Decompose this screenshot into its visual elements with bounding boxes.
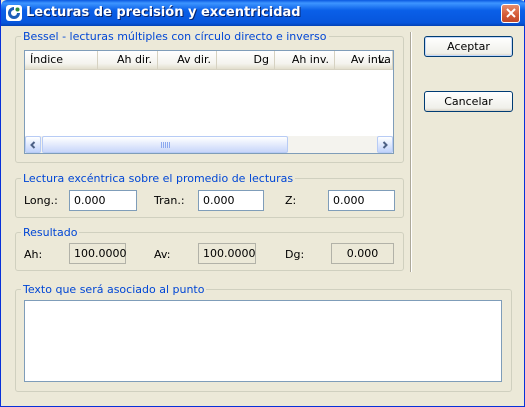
scroll-left-button[interactable] (25, 136, 41, 153)
ah-label: Ah: (24, 248, 43, 261)
av-label: Av: (154, 248, 171, 261)
z-label: Z: (285, 194, 297, 207)
arrow-left-icon (30, 141, 36, 149)
list-header: Índice Ah dir. Av dir. Dg Ah inv. Av inv… (25, 51, 393, 70)
column-header-dg[interactable]: Dg (217, 51, 275, 69)
column-header-av-dir[interactable]: Av dir. (158, 51, 217, 69)
bessel-group-legend: Bessel - lecturas múltiples con círculo … (23, 30, 327, 43)
z-input[interactable] (328, 190, 395, 211)
tran-label: Tran.: (154, 194, 185, 207)
long-label: Long.: (24, 194, 58, 207)
dg-value: 0.000 (331, 243, 394, 264)
column-header-index[interactable]: Índice (25, 51, 98, 69)
accept-button[interactable]: Aceptar (424, 36, 513, 57)
vertical-separator (410, 32, 411, 272)
app-logo-icon (6, 5, 22, 21)
arrow-right-icon (382, 141, 388, 149)
result-group-legend: Resultado (23, 226, 78, 239)
av-value: 100.0000 (198, 243, 256, 264)
cancel-button[interactable]: Cancelar (424, 91, 513, 112)
ah-value: 100.0000 (69, 243, 127, 264)
title-bar[interactable]: Lecturas de precisión y excentricidad (1, 0, 525, 26)
dialog-window: Lecturas de precisión y excentricidad Be… (0, 0, 525, 407)
scroll-thumb[interactable] (42, 136, 288, 153)
eccentric-group-legend: Lectura excéntrica sobre el promedio de … (23, 172, 294, 185)
window-title: Lecturas de precisión y excentricidad (26, 5, 301, 20)
horizontal-scrollbar[interactable] (25, 136, 393, 153)
column-header-ah-inv[interactable]: Ah inv. (275, 51, 335, 69)
tran-input[interactable] (198, 190, 264, 211)
long-input[interactable] (69, 190, 137, 211)
point-note-textarea[interactable] (24, 300, 502, 382)
dg-label: Dg: (285, 248, 305, 261)
scroll-right-button[interactable] (377, 136, 393, 153)
bessel-readings-list[interactable]: Índice Ah dir. Av dir. Dg Ah inv. Av inv… (24, 50, 394, 154)
column-header-la[interactable]: La (375, 51, 393, 69)
close-x-icon (505, 8, 516, 18)
column-header-ah-dir[interactable]: Ah dir. (98, 51, 158, 69)
note-group-legend: Texto que será asociado al punto (23, 283, 205, 296)
scroll-grip-icon (161, 142, 171, 148)
close-button[interactable] (501, 4, 520, 23)
